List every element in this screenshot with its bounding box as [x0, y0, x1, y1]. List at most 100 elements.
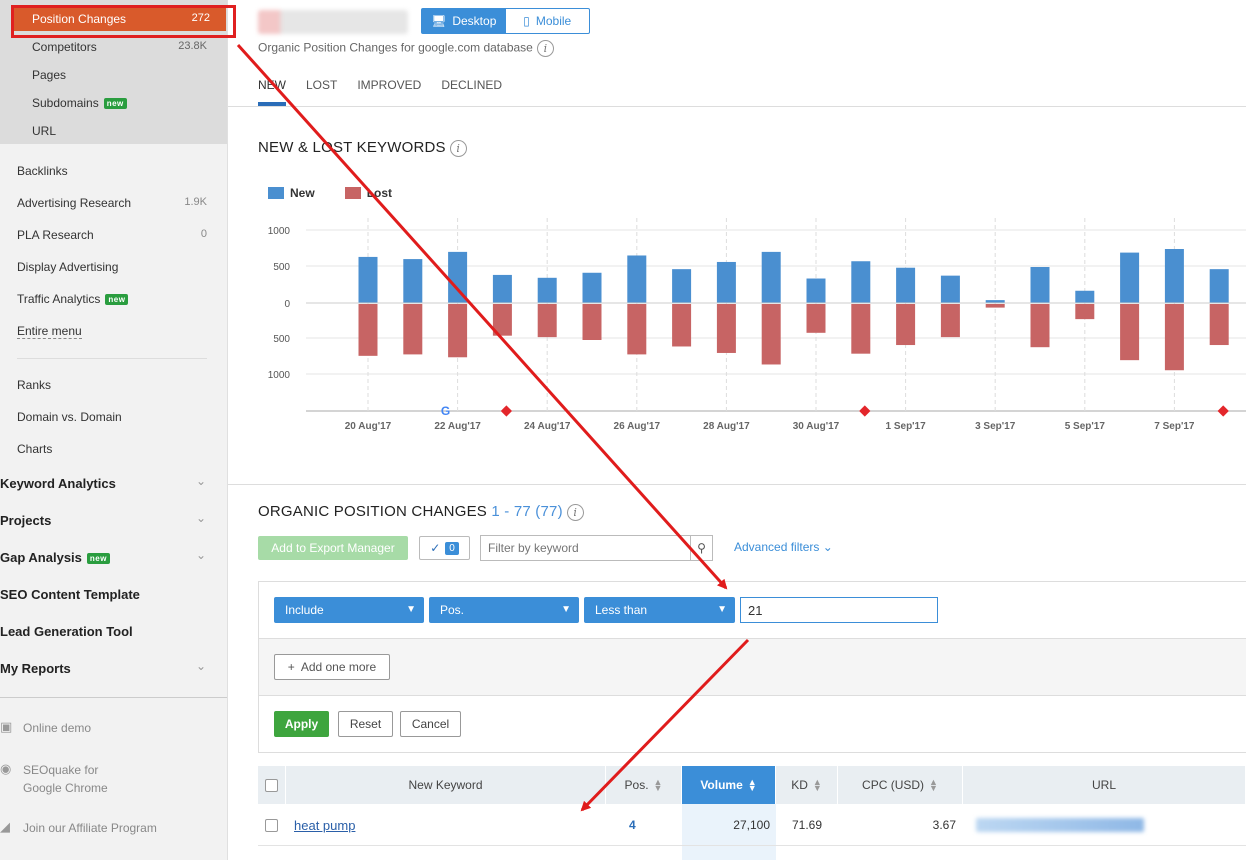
bar-lost — [672, 304, 692, 347]
tabs-divider — [228, 106, 1246, 107]
add-one-more-button[interactable]: + Add one more — [274, 654, 390, 680]
check-icon: ✓ — [430, 541, 441, 555]
tab-improved[interactable]: IMPROVED — [357, 78, 421, 104]
desktop-button[interactable]: 🖥 Desktop — [422, 9, 506, 33]
device-toggle: 🖥 Desktop ▯ Mobile — [421, 8, 590, 34]
x-tick-label: 30 Aug'17 — [793, 421, 840, 432]
bar-lost — [1120, 304, 1140, 361]
new-lost-keywords-chart: 1000 500 0 500 1000 20 Aug'17 22 Aug'17 24 Aug'… — [268, 218, 1246, 432]
position-value[interactable]: 4 — [629, 804, 636, 846]
bar-lost — [1164, 304, 1184, 371]
bar-new — [940, 275, 960, 303]
sidebar-section-my-reports[interactable]: My Reports ⌄ — [0, 659, 212, 676]
sidebar-section-gap-analysis[interactable]: Gap Analysis new ⌄ — [0, 548, 212, 565]
x-tick-label: 5 Sep'17 — [1065, 421, 1106, 432]
x-tick-label: 7 Sep'17 — [1154, 421, 1195, 432]
cpc-value: 3.67 — [932, 818, 956, 832]
sidebar-section-seo-content-template[interactable]: SEO Content Template — [0, 587, 212, 602]
bar-new — [537, 277, 557, 303]
add-to-export-manager-button[interactable]: Add to Export Manager — [258, 536, 408, 560]
tab-lost[interactable]: LOST — [306, 78, 337, 104]
condition-select[interactable]: Less than ▼ — [584, 597, 735, 623]
selected-count-button[interactable]: ✓ 0 — [419, 536, 470, 560]
sidebar-item-subdomains[interactable]: Subdomains new — [0, 89, 227, 117]
sidebar-item-count: 0 — [200, 228, 207, 240]
bar-lost — [761, 304, 781, 365]
col-header-volume[interactable]: Volume ▲ ▼ — [682, 766, 776, 804]
keyword-link[interactable]: heat pump — [294, 804, 355, 846]
bar-new — [1120, 252, 1140, 303]
sidebar-item-ranks[interactable]: Ranks — [17, 378, 212, 392]
filter-value-input[interactable]: 21 — [740, 597, 938, 623]
legend-lost[interactable]: Lost — [344, 186, 392, 200]
filter-by-keyword-input[interactable] — [481, 536, 690, 560]
col-header-keyword[interactable]: New Keyword — [286, 766, 606, 804]
tab-new[interactable]: NEW — [258, 78, 286, 106]
bar-new — [627, 255, 647, 303]
cancel-button[interactable]: Cancel — [400, 711, 461, 737]
info-icon[interactable]: i — [566, 503, 584, 521]
sidebar-item-pages[interactable]: Pages — [0, 61, 227, 89]
sidebar-item-label: Pages — [32, 68, 67, 82]
row-checkbox[interactable] — [265, 818, 278, 832]
sidebar-section-lead-generation-tool[interactable]: Lead Generation Tool — [0, 624, 212, 639]
x-tick-label: 26 Aug'17 — [614, 421, 661, 432]
table-section-title: ORGANIC POSITION CHANGES 1 - 77 (77) i — [258, 503, 584, 521]
bar-new — [358, 256, 378, 303]
sidebar-item-label: Domain vs. Domain — [17, 410, 122, 424]
info-icon[interactable]: i — [536, 40, 554, 57]
x-tick-label: 24 Aug'17 — [524, 421, 571, 432]
sidebar-item-label: Subdomains — [32, 96, 99, 110]
sidebar-item-label: Advertising Research — [17, 196, 132, 210]
col-header-label: URL — [1091, 778, 1116, 792]
legend-swatch-new — [268, 187, 284, 199]
sidebar-item-pla-research[interactable]: PLA Research 0 — [17, 228, 212, 242]
search-button[interactable]: ⚲ — [690, 536, 712, 560]
mobile-label: Mobile — [535, 14, 572, 28]
advanced-filters-label: Advanced filters — [734, 540, 820, 554]
sidebar-section-projects[interactable]: Projects ⌄ — [0, 511, 212, 528]
col-header-cpc[interactable]: CPC (USD) ▲ ▼ — [838, 766, 963, 804]
col-header-label: KD — [791, 778, 808, 792]
sidebar-item-label: Competitors — [32, 40, 97, 54]
legend-swatch-lost — [344, 187, 361, 199]
col-header-pos[interactable]: Pos. ▲ ▼ — [606, 766, 682, 804]
field-select[interactable]: Pos. ▼ — [429, 597, 579, 623]
info-icon[interactable]: i — [449, 139, 467, 157]
include-select[interactable]: Include ▼ — [274, 597, 424, 623]
chevron-down-icon: ⌄ — [195, 548, 206, 562]
sidebar-section-keyword-analytics[interactable]: Keyword Analytics ⌄ — [0, 474, 212, 491]
sidebar-item-charts[interactable]: Charts — [17, 442, 212, 456]
sidebar-item-advertising-research[interactable]: Advertising Research 1.9K — [17, 196, 212, 210]
bar-lost — [896, 304, 916, 346]
chevron-down-icon: ▼ — [406, 604, 416, 615]
select-all-checkbox[interactable] — [265, 778, 278, 792]
sidebar-item-backlinks[interactable]: Backlinks — [17, 164, 212, 178]
annotation-diamond-marker — [1217, 405, 1229, 417]
sidebar-item-url[interactable]: URL — [0, 117, 227, 145]
col-header-kd[interactable]: KD ▲ ▼ — [776, 766, 838, 804]
sidebar-item-domain-vs-domain[interactable]: Domain vs. Domain — [17, 410, 212, 424]
chevron-down-icon: ⌄ — [195, 474, 206, 488]
reset-button[interactable]: Reset — [338, 711, 393, 737]
y-tick-label: 500 — [273, 334, 290, 345]
sidebar-section-label: Keyword Analytics — [0, 476, 116, 491]
result-range: 1 - 77 (77) — [491, 503, 563, 520]
tool-label: Online demo — [23, 721, 92, 735]
subtitle-text: Organic Position Changes for google.com … — [258, 40, 533, 55]
entire-menu-link[interactable]: Entire menu — [17, 324, 212, 339]
advanced-filters-link[interactable]: Advanced filters ⌄ — [734, 540, 833, 554]
sidebar-item-traffic-analytics[interactable]: Traffic Analytics new — [17, 292, 212, 306]
url-redacted[interactable] — [976, 818, 1144, 832]
legend-new[interactable]: New — [268, 186, 315, 200]
tab-declined[interactable]: DECLINED — [441, 78, 502, 104]
x-tick-label: 28 Aug'17 — [703, 421, 750, 432]
bar-new — [1164, 249, 1184, 303]
col-header-label: Pos. — [624, 778, 649, 792]
chrome-icon: ◉ — [0, 761, 12, 776]
apply-button[interactable]: Apply — [274, 711, 329, 737]
bar-lost — [448, 304, 468, 358]
sidebar-item-display-advertising[interactable]: Display Advertising — [17, 260, 212, 274]
mobile-button[interactable]: ▯ Mobile — [506, 9, 590, 33]
sort-icon: ▲ ▼ — [747, 777, 757, 793]
